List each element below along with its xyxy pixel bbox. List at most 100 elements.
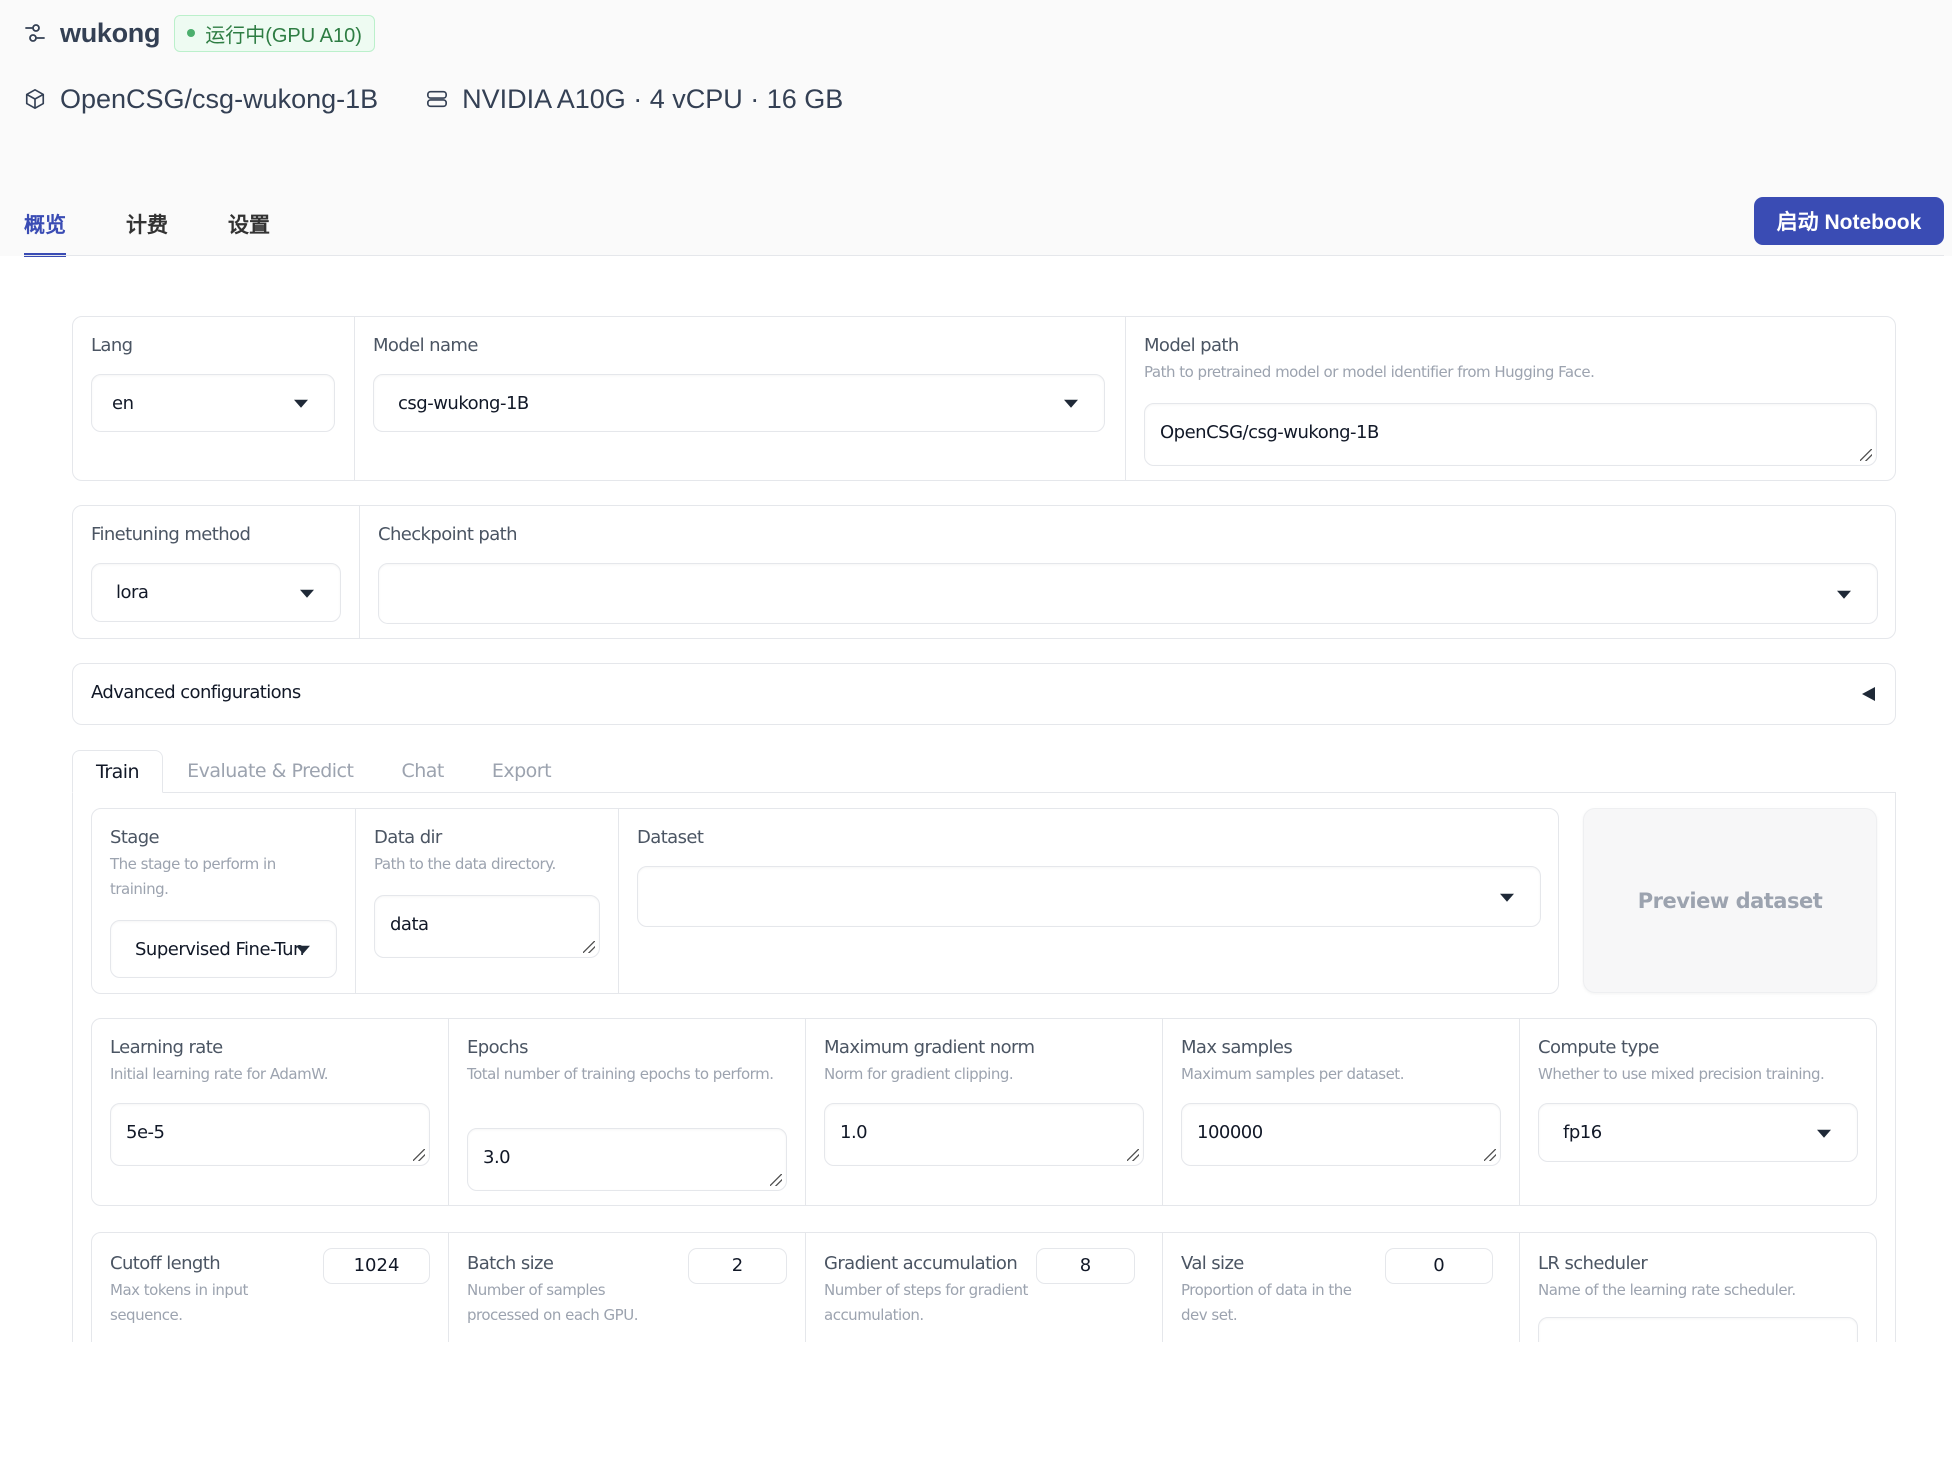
hardware-text: NVIDIA A10G · 4 vCPU · 16 GB [462,83,844,114]
checkpoint-path-field: Checkpoint path [360,506,1895,638]
stage-field: Stage The stage to perform in training. … [92,809,356,993]
val-size-description: Proportion of data in the dev set. [1181,1281,1352,1324]
model-name-value: csg-wukong-1B [398,392,529,414]
finetune-config-panel: Finetuning method lora Checkpoint path [72,505,1896,639]
tab-settings[interactable]: 设置 [228,206,270,256]
finetuning-method-select[interactable]: lora [91,563,341,622]
epochs-description: Total number of training epochs to perfo… [467,1065,774,1083]
sliders-icon [24,22,46,44]
learning-rate-input[interactable]: 5e-5 [110,1103,430,1166]
model-name-select[interactable]: csg-wukong-1B [373,374,1105,432]
advanced-config-accordion[interactable]: Advanced configurations [72,663,1896,725]
chevron-down-icon [1837,590,1851,599]
space-meta-row: OpenCSG/csg-wukong-1B NVIDIA A10G · 4 vC… [24,80,891,118]
dataset-label: Dataset [637,827,704,848]
gradient-accumulation-description: Number of steps for gradient accumulatio… [824,1281,1028,1324]
lang-field: Lang en [73,317,355,480]
model-repo-info: OpenCSG/csg-wukong-1B [24,84,378,115]
data-dir-field: Data dir Path to the data directory. dat… [356,809,619,993]
viewport-bottom-blank [0,1342,1952,1484]
data-dir-input[interactable]: data [374,895,600,958]
gradient-accumulation-input[interactable]: 8 [1036,1248,1135,1284]
model-path-value: OpenCSG/csg-wukong-1B [1160,422,1379,443]
chevron-down-icon [1064,399,1078,408]
tab-overview[interactable]: 概览 [24,206,66,257]
max-samples-field: Max samples Maximum samples per dataset.… [1163,1019,1520,1205]
status-badge: 运行中(GPU A10) [174,14,375,52]
chevron-down-icon [1817,1129,1831,1138]
finetuning-method-label: Finetuning method [91,524,251,545]
chevron-down-icon [1500,893,1514,902]
nav-tabs: 概览 计费 设置 [24,206,330,257]
hardware-info: NVIDIA A10G · 4 vCPU · 16 GB [426,84,843,115]
data-dir-value: data [390,914,429,935]
epochs-value: 3.0 [483,1147,511,1168]
app-title: wukong [60,17,161,48]
batch-size-input[interactable]: 2 [688,1248,787,1284]
tab-export[interactable]: Export [468,750,575,793]
status-dot-icon [187,29,196,37]
stage-description: The stage to perform in training. [110,855,276,898]
resize-handle-icon[interactable] [1860,449,1872,461]
tab-train[interactable]: Train [72,750,164,793]
resize-handle-icon[interactable] [1127,1149,1139,1161]
stage-label: Stage [110,827,160,848]
model-path-field: Model path Path to pretrained model or m… [1126,317,1895,480]
model-name-field: Model name csg-wukong-1B [355,317,1126,480]
resize-handle-icon[interactable] [1484,1149,1496,1161]
max-grad-norm-description: Norm for gradient clipping. [824,1065,1014,1083]
max-samples-description: Maximum samples per dataset. [1181,1065,1404,1083]
resize-handle-icon[interactable] [413,1149,425,1161]
epochs-label: Epochs [467,1037,529,1058]
model-path-label: Model path [1144,335,1239,356]
dataset-field: Dataset [619,809,1558,993]
learning-rate-field: Learning rate Initial learning rate for … [92,1019,449,1205]
compute-type-field: Compute type Whether to use mixed precis… [1520,1019,1876,1205]
batch-size-description: Number of samples processed on each GPU. [467,1281,638,1324]
stage-select[interactable]: Supervised Fine-Tun [110,920,337,978]
cutoff-length-input[interactable]: 1024 [323,1248,430,1284]
checkpoint-path-select[interactable] [378,563,1878,624]
resize-handle-icon[interactable] [583,941,595,953]
app-title-row: wukong 运行中(GPU A10) [24,14,375,52]
finetuning-method-field: Finetuning method lora [73,506,360,638]
max-samples-label: Max samples [1181,1037,1293,1058]
data-dir-description: Path to the data directory. [374,855,556,873]
max-grad-norm-label: Maximum gradient norm [824,1037,1035,1058]
val-size-input[interactable]: 0 [1385,1248,1493,1284]
lr-scheduler-description: Name of the learning rate scheduler. [1538,1281,1796,1299]
launch-notebook-button[interactable]: 启动 Notebook [1754,197,1944,245]
lang-value: en [112,392,134,414]
resize-handle-icon[interactable] [770,1174,782,1186]
max-grad-norm-field: Maximum gradient norm Norm for gradient … [806,1019,1163,1205]
lr-scheduler-label: LR scheduler [1538,1253,1648,1274]
status-text: 运行中(GPU A10) [205,24,362,47]
model-path-input[interactable]: OpenCSG/csg-wukong-1B [1144,403,1877,466]
finetuning-method-value: lora [116,582,149,603]
chevron-down-icon [300,589,314,598]
preview-dataset-button[interactable]: Preview dataset [1583,808,1877,993]
server-icon [426,88,448,110]
tab-billing[interactable]: 计费 [126,206,168,256]
training-hyperparams-panel: Learning rate Initial learning rate for … [91,1018,1877,1206]
epochs-field: Epochs Total number of training epochs t… [449,1019,806,1205]
learning-rate-label: Learning rate [110,1037,223,1058]
dataset-select[interactable] [637,866,1541,927]
max-grad-norm-value: 1.0 [840,1122,868,1143]
model-path-description: Path to pretrained model or model identi… [1144,363,1595,381]
caret-left-icon [1862,687,1875,701]
max-grad-norm-input[interactable]: 1.0 [824,1103,1144,1166]
model-config-panel: Lang en Model name csg-wukong-1B Model p… [72,316,1896,481]
tab-chat[interactable]: Chat [377,750,467,793]
lang-select[interactable]: en [91,374,335,432]
tab-evaluate-predict[interactable]: Evaluate & Predict [163,750,377,793]
model-repo-text[interactable]: OpenCSG/csg-wukong-1B [60,84,378,115]
compute-type-select[interactable]: fp16 [1538,1103,1858,1162]
advanced-config-label: Advanced configurations [91,682,301,703]
chevron-down-icon [296,945,310,954]
dataset-config-panel: Stage The stage to perform in training. … [91,808,1559,994]
epochs-input[interactable]: 3.0 [467,1128,787,1191]
max-samples-input[interactable]: 100000 [1181,1103,1501,1166]
data-dir-label: Data dir [374,827,442,848]
learning-rate-description: Initial learning rate for AdamW. [110,1065,329,1083]
